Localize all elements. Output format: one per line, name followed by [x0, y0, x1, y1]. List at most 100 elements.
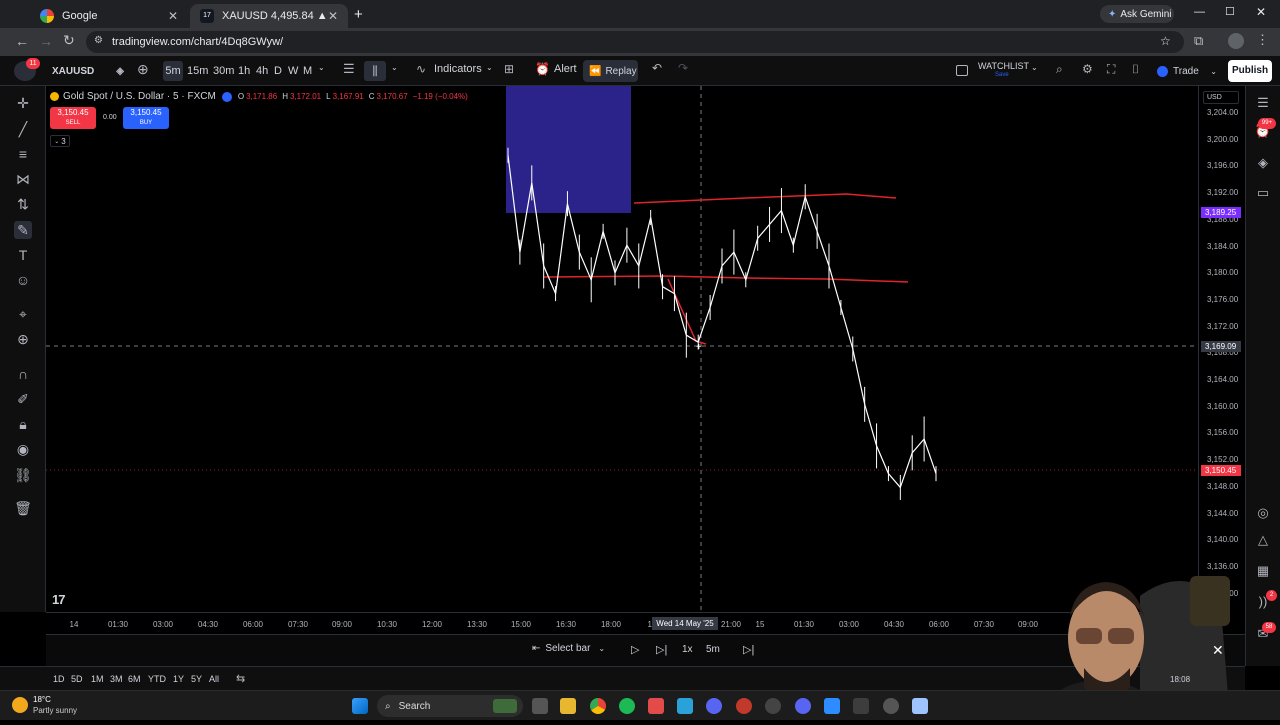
chart-type-dropdown-icon[interactable]: ⌄ [391, 63, 398, 72]
start-icon[interactable] [352, 698, 368, 714]
emoji-icon[interactable]: ☺ [14, 271, 32, 289]
range-button-1d[interactable]: 1D [53, 674, 65, 684]
zoom-in-icon[interactable]: ⊕ [14, 330, 32, 348]
prediction-icon[interactable]: ⇅ [14, 195, 32, 213]
watchlist-icon[interactable]: ☰ [1254, 94, 1272, 112]
taskbar-search[interactable]: ⌕ Search [377, 695, 523, 717]
brush-icon[interactable]: ✎ [14, 221, 32, 239]
range-button-all[interactable]: All [209, 674, 219, 684]
range-button-1y[interactable]: 1Y [173, 674, 184, 684]
publish-button[interactable]: Publish [1228, 60, 1272, 82]
interval-dropdown-icon[interactable]: ⌄ [318, 63, 325, 72]
watchlist-label[interactable]: WATCHLIST [978, 61, 1029, 71]
indicators-dropdown-icon[interactable]: ⌄ [486, 63, 493, 72]
price-axis[interactable]: USD 3,204.00 3,200.00 3,196.00 3,192.00 3,18… [1198, 86, 1244, 612]
app-extra-icon[interactable] [912, 698, 928, 714]
close-tab-icon[interactable]: ✕ [168, 9, 178, 23]
url-input[interactable]: ⚙ tradingview.com/chart/4Dq8GWyw/ ☆ [86, 31, 1184, 53]
fib-retracement-icon[interactable]: ≡ [14, 145, 32, 163]
redo-icon[interactable]: ↷ [678, 61, 688, 75]
range-button-5y[interactable]: 5Y [191, 674, 202, 684]
trend-line-icon[interactable]: ╱ [14, 120, 32, 138]
range-button-3m[interactable]: 3M [110, 674, 123, 684]
file-explorer-icon[interactable] [560, 698, 576, 714]
discord-icon[interactable] [706, 698, 722, 714]
ruler-icon[interactable]: ⌖ [14, 305, 32, 323]
text-tool-icon[interactable]: T [14, 246, 32, 264]
range-button-5d[interactable]: 5D [71, 674, 83, 684]
interval-w[interactable]: W [288, 61, 298, 81]
tradingview-logo-icon[interactable]: 17 [52, 592, 66, 607]
close-overlay-icon[interactable]: ✕ [1212, 642, 1224, 659]
maximize-icon[interactable]: ☐ [1225, 5, 1235, 18]
interval-30m[interactable]: 30m [213, 61, 234, 81]
trade-button[interactable]: Trade ⌄ [1157, 61, 1217, 81]
alert-button[interactable]: Alert [554, 63, 577, 75]
chrome-icon[interactable] [590, 698, 606, 714]
alert-clock-icon[interactable]: ⏰ [535, 62, 550, 76]
time-axis[interactable]: 14 01:30 03:00 04:30 06:00 07:30 09:00 10:30 12:… [46, 612, 1223, 634]
undo-icon[interactable]: ↶ [652, 61, 662, 75]
replay-interval-button[interactable]: 5m [706, 644, 720, 655]
interval-m[interactable]: M [303, 61, 312, 81]
interval-d[interactable]: D [274, 61, 282, 81]
interval-5m[interactable]: 5m [163, 61, 183, 81]
candles-icon[interactable]: ⫼ [364, 61, 386, 81]
ask-gemini-button[interactable]: ✦ Ask Gemini [1100, 5, 1174, 23]
steam-icon[interactable] [883, 698, 899, 714]
new-tab-button[interactable]: + [354, 6, 363, 23]
watchlist-dropdown-icon[interactable]: ⌄ [1031, 63, 1038, 72]
back-icon[interactable]: ← [15, 33, 29, 49]
discord-alt-icon[interactable] [795, 698, 811, 714]
task-view-icon[interactable] [532, 698, 548, 714]
zoom-icon[interactable] [824, 698, 840, 714]
select-bar-button[interactable]: ⇤ Select bar ⌄ [532, 643, 605, 654]
crosshair-icon[interactable]: ✛ [14, 94, 32, 112]
play-icon[interactable]: ▷ [631, 643, 639, 656]
watchlist-layout-icon[interactable] [956, 65, 968, 76]
bar-type-icon[interactable]: ☰ [343, 61, 355, 77]
spotify-icon[interactable] [619, 698, 635, 714]
fullscreen-icon[interactable]: ⛶ [1107, 62, 1115, 77]
jump-to-realtime-icon[interactable]: ▷| [743, 643, 754, 656]
indicators-collapse-toggle[interactable]: ⌄ 3 [50, 135, 70, 147]
close-window-icon[interactable]: ✕ [1256, 5, 1266, 19]
hide-drawings-icon[interactable]: ◉ [14, 440, 32, 458]
lock-drawings-icon[interactable]: 🔒︎ [14, 415, 32, 433]
currency-selector[interactable]: USD [1203, 91, 1239, 104]
goto-date-icon[interactable]: ⇆ [236, 672, 245, 685]
replay-button[interactable]: ⏪ Replay [583, 60, 638, 82]
indicators-icon[interactable]: ∿ [416, 62, 426, 76]
replay-speed-button[interactable]: 1x [682, 644, 693, 655]
app-icon[interactable] [648, 698, 664, 714]
symbol-search[interactable]: XAUUSD ◈ [44, 61, 128, 81]
range-button-ytd[interactable]: YTD [148, 674, 166, 684]
layers-icon[interactable]: ◈ [1254, 154, 1272, 172]
camera-snapshot-icon[interactable]: ⌷ [1132, 62, 1139, 77]
recorder-icon[interactable] [736, 698, 752, 714]
buy-button[interactable]: 3,150.45 BUY [123, 107, 169, 129]
minimize-icon[interactable]: — [1194, 6, 1205, 18]
indicators-button[interactable]: Indicators [434, 63, 482, 75]
price-chart[interactable]: + [46, 86, 1198, 612]
settings-gear-icon[interactable]: ⚙ [1082, 62, 1093, 76]
close-tab-icon[interactable]: ✕ [328, 9, 338, 23]
symbol-title[interactable]: Gold Spot / U.S. Dollar · 5 · FXCM [63, 91, 216, 102]
step-forward-icon[interactable]: ▷| [656, 643, 667, 656]
link-icon[interactable]: ⛓ [14, 466, 32, 484]
browser-menu-icon[interactable]: ⋮ [1256, 32, 1269, 48]
magnet-icon[interactable]: ∩ [14, 365, 32, 383]
bookmark-star-icon[interactable]: ☆ [1160, 34, 1171, 48]
profile-avatar[interactable] [1228, 33, 1244, 49]
target-icon[interactable]: ◎ [1254, 504, 1272, 522]
add-symbol-icon[interactable]: ⊕ [137, 61, 149, 78]
chat-icon[interactable]: ▭ [1254, 184, 1272, 202]
weather-icon[interactable] [12, 697, 28, 713]
layout-grid-icon[interactable]: ⊞ [504, 62, 514, 76]
telegram-icon[interactable] [677, 698, 693, 714]
trash-icon[interactable]: 🗑︎ [14, 499, 32, 517]
forward-icon[interactable]: → [39, 33, 53, 49]
interval-4h[interactable]: 4h [256, 61, 268, 81]
keep-drawing-icon[interactable]: ✐ [14, 390, 32, 408]
reload-icon[interactable]: ↻ [63, 32, 75, 49]
